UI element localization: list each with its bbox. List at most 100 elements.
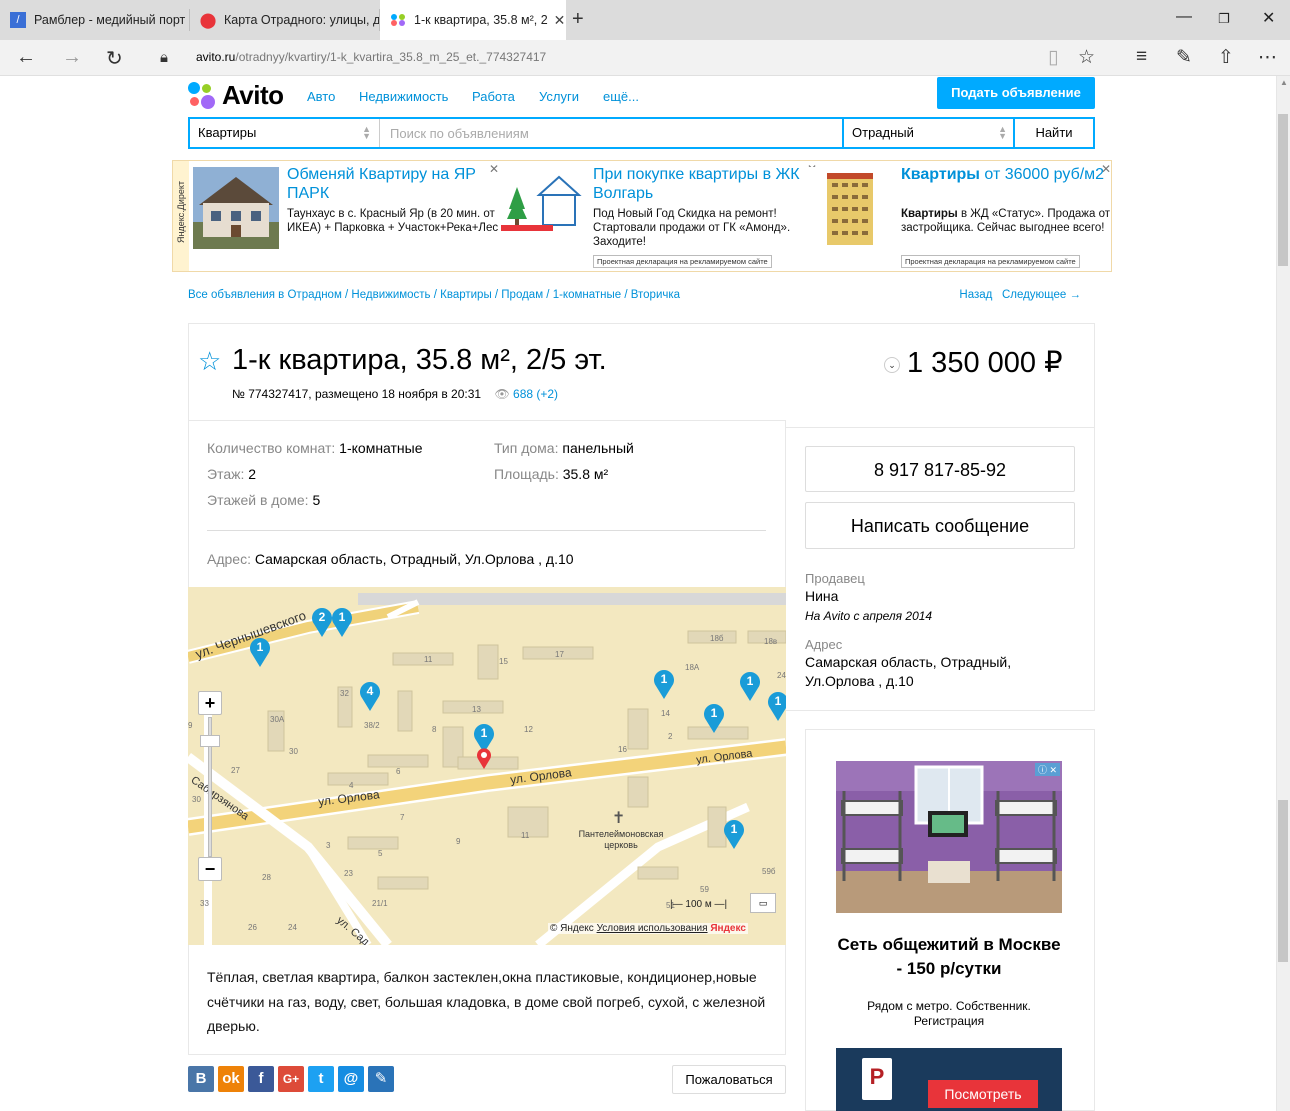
search-button[interactable]: Найти <box>1013 119 1093 147</box>
phone-button[interactable]: 8 917 817-85-92 <box>805 446 1075 492</box>
yandex-logo[interactable]: Яндекс <box>710 923 746 934</box>
vk-icon[interactable]: В <box>188 1066 214 1092</box>
hub-icon[interactable]: ≡ <box>1136 46 1147 68</box>
sidebar-ad-title[interactable]: Сеть общежитий в Москве - 150 р/сутки <box>836 933 1062 981</box>
advertiser-logo: P <box>862 1058 892 1100</box>
sidebar-ad-text: Рядом с метро. Собственник. Регистрация <box>867 999 1031 1028</box>
view-button[interactable]: Посмотреть <box>928 1080 1038 1108</box>
browser-tab-active[interactable]: 1-к квартира, 35.8 м², 2 ✕ <box>380 0 566 40</box>
favorite-star-icon[interactable]: ☆ <box>1078 46 1095 69</box>
yandex-map[interactable]: ✝ 11 15 17 18б 18в 18А 24 32 13 8 12 30А… <box>188 587 786 945</box>
map-cluster-pin[interactable]: 1 <box>767 691 786 721</box>
rambler-favicon-icon: / <box>10 12 26 28</box>
param-rooms: Количество комнат: 1-комнатные <box>207 440 423 456</box>
post-ad-button[interactable]: Подать объявление <box>937 77 1095 109</box>
close-ad-icon[interactable]: ✕ <box>489 162 499 176</box>
ruler-icon[interactable]: ▭ <box>750 893 776 913</box>
param-floors-total: Этажей в доме: 5 <box>207 492 321 508</box>
scrollbar-thumb[interactable] <box>1278 114 1288 266</box>
livejournal-icon[interactable]: ✎ <box>368 1066 394 1092</box>
avito-logo[interactable]: Avito <box>188 80 284 111</box>
breadcrumb[interactable]: Все объявления в Отрадном / Недвижимость… <box>188 289 680 301</box>
ad-info-close-icon[interactable]: ⓘ ✕ <box>1034 763 1060 776</box>
web-note-icon[interactable]: ✎ <box>1176 46 1192 69</box>
ad-item[interactable]: Квартиры от 36000 руб/м2 Квартиры в ЖД «… <box>807 162 1111 269</box>
search-bar: Квартиры ▲▼ Отрадный ▲▼ Найти <box>188 117 1095 149</box>
browser-tab-bar: / Рамблер - медийный порт ⬤ Карта Отрадн… <box>0 0 1290 40</box>
seller-address-label: Адрес <box>805 637 843 652</box>
nav-more[interactable]: ещё... <box>603 89 639 104</box>
map-cluster-pin[interactable]: 1 <box>703 703 725 733</box>
ad-label: Яндекс.Директ <box>173 161 189 271</box>
ad-title[interactable]: При покупке квартиры в ЖК Волгарь <box>593 165 803 203</box>
refresh-icon[interactable]: ↻ <box>106 46 123 71</box>
back-link[interactable]: Назад <box>959 289 992 301</box>
report-button[interactable]: Пожаловаться <box>672 1065 786 1094</box>
minimize-icon[interactable]: — <box>1176 8 1192 26</box>
ad-disclaimer: Проектная декларация на рекламируемом са… <box>901 255 1080 268</box>
lock-icon: 🔒︎ <box>160 49 168 66</box>
map-cluster-pin[interactable]: 1 <box>331 607 353 637</box>
ad-item[interactable]: При покупке квартиры в ЖК Волгарь Под Но… <box>499 162 817 269</box>
scrollbar-thumb-secondary[interactable] <box>1278 800 1288 962</box>
zoom-out-button[interactable]: − <box>198 857 222 881</box>
nav-jobs[interactable]: Работа <box>472 89 515 104</box>
ad-title[interactable]: Обменяй Квартиру на ЯР ПАРК <box>287 165 497 203</box>
write-message-button[interactable]: Написать сообщение <box>805 502 1075 549</box>
mailru-icon[interactable]: @ <box>338 1066 364 1092</box>
map-cluster-pin[interactable]: 1 <box>249 637 271 667</box>
zoom-in-button[interactable]: + <box>198 691 222 715</box>
zoom-slider-handle[interactable] <box>200 735 220 747</box>
map-cluster-pin[interactable]: 1 <box>653 669 675 699</box>
odnoklassniki-icon[interactable]: ok <box>218 1066 244 1092</box>
map-location-pin[interactable] <box>476 747 492 769</box>
divider <box>207 530 766 531</box>
ad-item[interactable]: Обменяй Квартиру на ЯР ПАРК Таунхаус в с… <box>193 162 499 269</box>
map-church-label: Пантелеймоновская церковь <box>578 829 664 850</box>
map-cluster-pin[interactable]: 1 <box>739 671 761 701</box>
ad-building-image <box>807 167 893 249</box>
close-tab-icon[interactable]: ✕ <box>554 12 566 29</box>
param-area: Площадь: 35.8 м² <box>494 466 609 482</box>
map-terms-link[interactable]: Условия использования <box>597 923 708 934</box>
next-link[interactable]: Следующее → <box>1002 289 1081 301</box>
browser-tab[interactable]: / Рамблер - медийный порт <box>0 9 190 31</box>
restore-icon[interactable]: ❐ <box>1218 11 1230 27</box>
city-select[interactable]: Отрадный ▲ ▼ <box>842 119 1015 147</box>
forward-arrow-icon[interactable]: → <box>62 46 82 69</box>
select-arrows-icon: ▲ ▼ <box>362 124 371 141</box>
ad-banner: Яндекс.Директ Обменяй Квартиру на ЯР ПАР… <box>172 160 1112 272</box>
nav-services[interactable]: Услуги <box>539 89 579 104</box>
more-icon[interactable]: ⋯ <box>1258 46 1277 69</box>
reading-view-icon[interactable]: ▯ <box>1048 46 1058 69</box>
listing-address: Адрес: Самарская область, Отрадный, Ул.О… <box>207 551 574 567</box>
hostel-room-image <box>836 761 1062 913</box>
map-cluster-pin[interactable]: 4 <box>359 681 381 711</box>
avito-favicon-icon <box>390 12 406 28</box>
back-arrow-icon[interactable]: ← <box>16 46 36 69</box>
ad-disclaimer: Проектная декларация на рекламируемом са… <box>593 255 772 268</box>
nav-realty[interactable]: Недвижимость <box>359 89 448 104</box>
close-ad-icon[interactable]: ✕ <box>1101 162 1111 176</box>
facebook-icon[interactable]: f <box>248 1066 274 1092</box>
category-select[interactable]: Квартиры ▲ ▼ <box>190 119 380 147</box>
nav-auto[interactable]: Авто <box>307 89 335 104</box>
avito-dots-icon <box>188 81 218 110</box>
seller-label: Продавец <box>805 571 865 586</box>
close-window-icon[interactable]: ✕ <box>1262 8 1275 28</box>
sidebar-ad[interactable]: ⓘ ✕ Сеть общежитий в Москве - 150 р/сутк… <box>836 761 1062 1111</box>
ad-title[interactable]: Квартиры от 36000 руб/м2 <box>901 165 1111 184</box>
new-tab-icon[interactable]: + <box>572 8 584 31</box>
listing-title: 1-к квартира, 35.8 м², 2/5 эт. <box>232 344 607 376</box>
price-dropdown-icon[interactable]: ⌄ <box>884 357 900 373</box>
favorite-star-icon[interactable]: ☆ <box>198 346 221 377</box>
map-cluster-pin[interactable]: 1 <box>723 819 745 849</box>
browser-tab[interactable]: ⬤ Карта Отрадного: улицы, д <box>190 9 380 31</box>
ad-house-image <box>193 167 279 249</box>
map-cluster-pin[interactable]: 2 <box>311 607 333 637</box>
twitter-icon[interactable]: t <box>308 1066 334 1092</box>
scroll-up-icon[interactable]: ▲ <box>1280 78 1288 87</box>
url-field[interactable]: avito.ru/otradnyy/kvartiry/1-k_kvartira_… <box>196 50 546 64</box>
share-icon[interactable]: ⇧ <box>1218 46 1234 69</box>
google-plus-icon[interactable]: G+ <box>278 1066 304 1092</box>
